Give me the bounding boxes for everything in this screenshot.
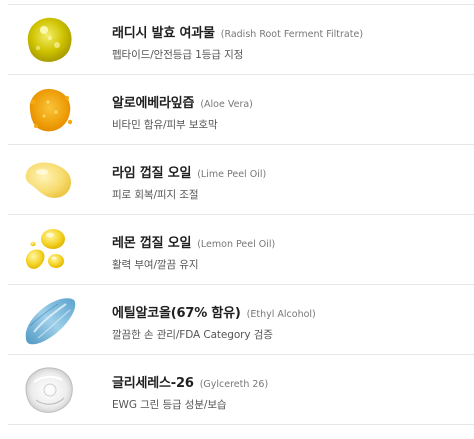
ingredient-name-en: (Radish Root Ferment Filtrate) (220, 29, 364, 40)
ingredient-description: 깔끔한 손 관리/FDA Category 검증 (112, 329, 273, 341)
glycereth-gel-icon (20, 362, 78, 418)
ingredient-name-ko: 레몬 껍질 오일 (112, 236, 192, 251)
ingredient-name-en: (Gylcereth 26) (199, 379, 269, 390)
ingredient-name-en: (Aloe Vera) (200, 99, 253, 110)
lime-oil-drop-icon (20, 152, 78, 208)
ethyl-alcohol-gel-icon (20, 292, 78, 348)
ingredient-description: 펩타이드/안전등급 1등급 지정 (112, 49, 244, 61)
ingredient-row-radish: 래디시 발효 여과물 (Radish Root Ferment Filtrate)… (8, 5, 474, 75)
ingredient-description: EWG 그린 등급 성분/보습 (112, 399, 227, 411)
ingredient-name-ko: 라임 껍질 오일 (112, 166, 192, 181)
ingredient-name-ko: 래디시 발효 여과물 (112, 26, 215, 41)
ingredient-row-lemon: 레몬 껍질 오일 (Lemon Peel Oil) 활력 부여/깔끔 유지 (8, 215, 474, 285)
ingredient-name-en: (Lime Peel Oil) (197, 169, 267, 180)
ingredient-name-ko: 에틸알코올(67% 함유) (112, 306, 241, 321)
ingredient-row-glycereth: 글리세레스-26 (Gylcereth 26) EWG 그린 등급 성분/보습 (8, 355, 474, 425)
ingredient-name-en: (Lemon Peel Oil) (197, 239, 276, 250)
ingredient-list: 래디시 발효 여과물 (Radish Root Ferment Filtrate)… (0, 0, 474, 439)
ingredient-description: 비타민 함유/피부 보호막 (112, 119, 218, 131)
lemon-oil-drops-icon (20, 222, 78, 278)
ingredient-name-ko: 글리세레스-26 (112, 376, 194, 391)
ingredient-description: 피로 회복/피지 조절 (112, 189, 199, 201)
ingredient-name-en: (Ethyl Alcohol) (246, 309, 316, 320)
ingredient-row-ethyl-alcohol: 에틸알코올(67% 함유) (Ethyl Alcohol) 깔끔한 손 관리/FD… (8, 285, 474, 355)
ingredient-row-lime: 라임 껍질 오일 (Lime Peel Oil) 피로 회복/피지 조절 (8, 145, 474, 215)
aloe-powder-icon (20, 82, 78, 138)
ingredient-description: 활력 부여/깔끔 유지 (112, 259, 199, 271)
radish-oil-drop-icon (20, 12, 78, 68)
ingredient-name-ko: 알로에베라잎즙 (112, 96, 195, 111)
ingredient-row-aloe: 알로에베라잎즙 (Aloe Vera) 비타민 함유/피부 보호막 (8, 75, 474, 145)
